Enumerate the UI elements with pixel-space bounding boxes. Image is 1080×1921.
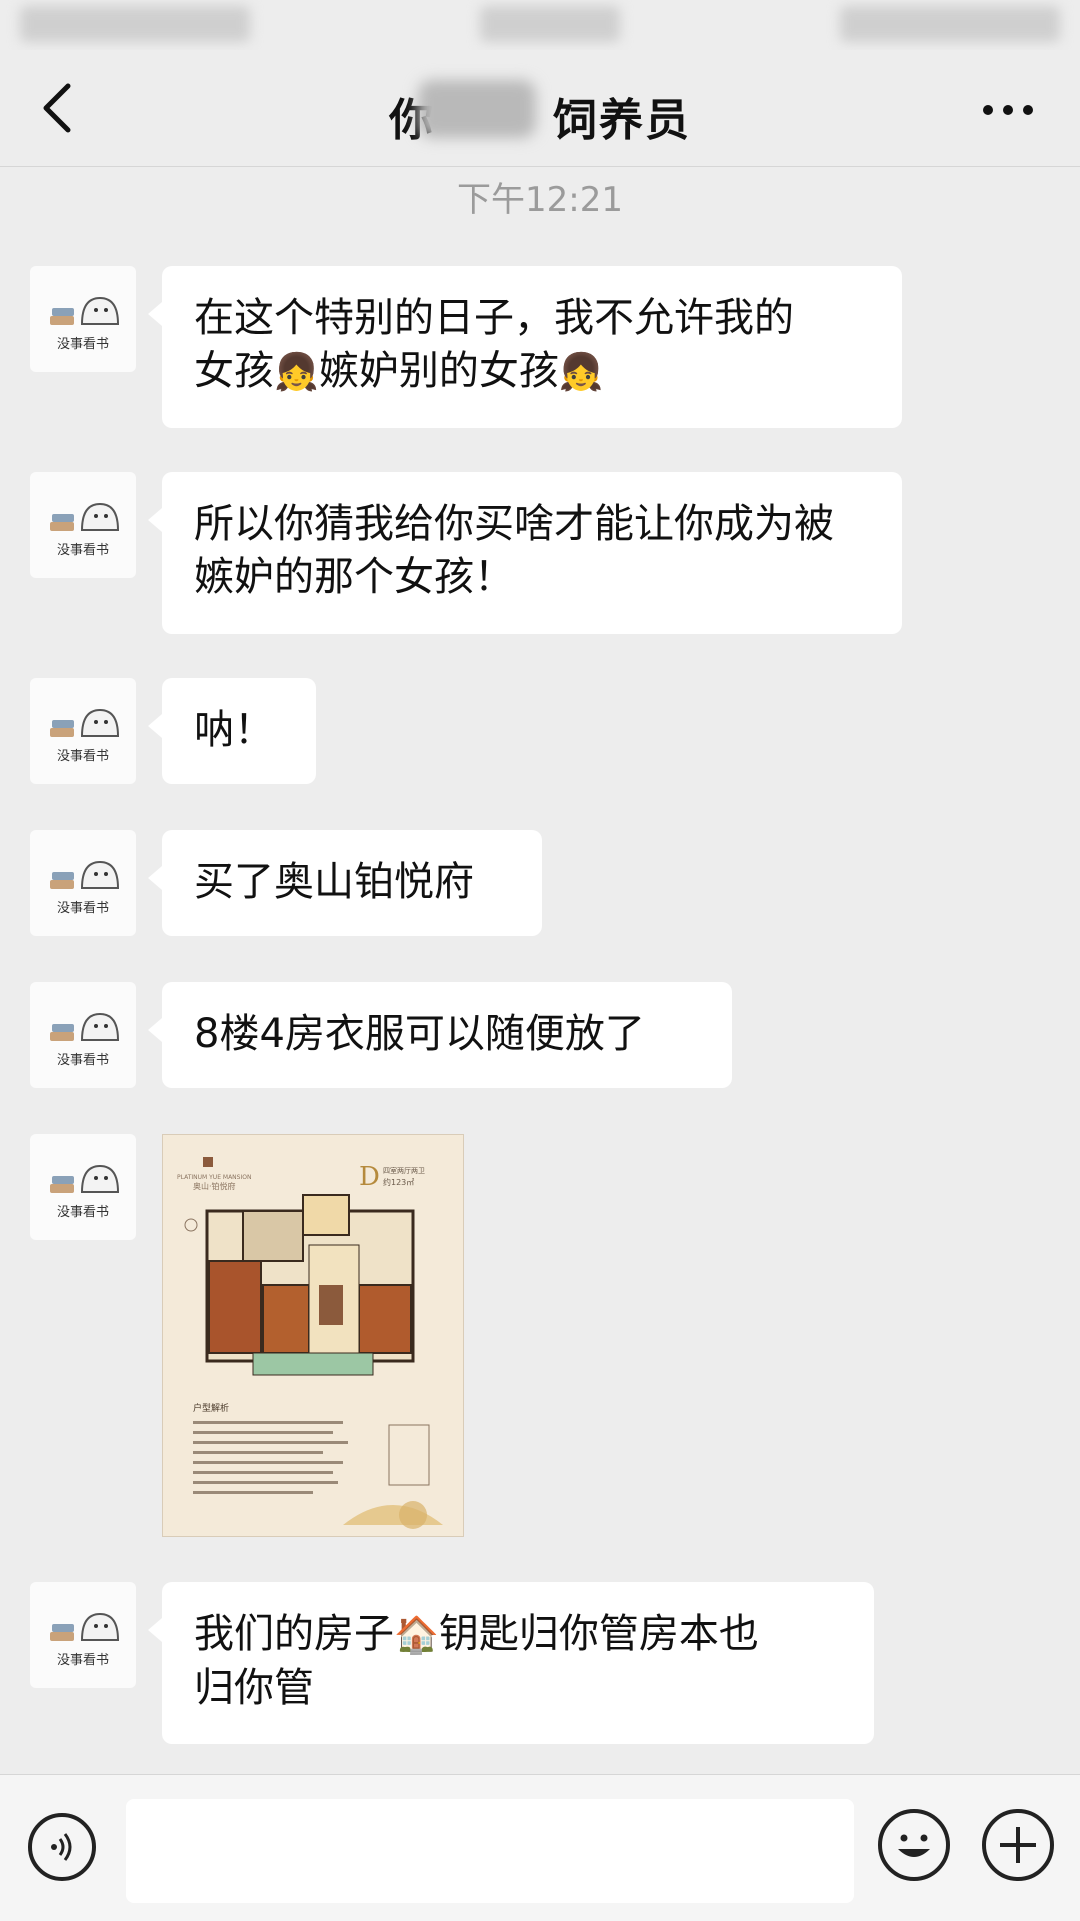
contact-avatar[interactable]: 没事看书 [30,982,136,1088]
title-redaction [418,80,536,138]
message-bubble[interactable]: 呐！ [148,678,316,784]
floor-plan-image[interactable]: PLATINUM YUE MANSION 奥山·铂悦府 D 四室两厅两卫 约12… [162,1134,464,1537]
svg-text:没事看书: 没事看书 [57,1204,109,1220]
voice-input-button[interactable] [28,1813,96,1881]
svg-text:没事看书: 没事看书 [57,748,109,764]
contact-avatar[interactable]: 没事看书 [30,1134,136,1240]
voice-icon [51,1833,72,1861]
emoji-button[interactable] [878,1809,950,1881]
more-options-icon[interactable] [980,100,1036,120]
svg-text:没事看书: 没事看书 [57,542,109,558]
message-input[interactable] [126,1799,854,1903]
house-emoji-icon: 🏠 [394,1615,439,1656]
svg-text:没事看书: 没事看书 [57,1652,109,1668]
contact-avatar[interactable]: 没事看书 [30,472,136,578]
smiley-icon [898,1834,930,1857]
contact-avatar[interactable]: 没事看书 [30,1582,136,1688]
chat-input-bar [0,1774,1080,1921]
contact-avatar[interactable]: 没事看书 [30,830,136,936]
svg-text:没事看书: 没事看书 [57,900,109,916]
girl-emoji-icon: 👧 [558,352,604,393]
message-bubble[interactable]: 我们的房子🏠钥匙归你管房本也 归你管 [148,1582,874,1744]
nav-bar: 你饲养员 [0,50,1080,167]
svg-text:奥山·铂悦府: 奥山·铂悦府 [193,1181,236,1191]
message-timestamp: 下午12:21 [457,180,623,220]
message-bubble[interactable]: 买了奥山铂悦府 [148,830,542,936]
svg-text:D: D [359,1162,380,1192]
svg-text:四室两厅两卫: 四室两厅两卫 [383,1166,425,1175]
contact-avatar[interactable]: 没事看书 [30,678,136,784]
message-bubble[interactable]: 所以你猜我给你买啥才能让你成为被嫉妒的那个女孩！ [148,472,902,634]
more-functions-button[interactable] [982,1809,1054,1881]
message-bubble[interactable]: 8楼4房衣服可以随便放了 [148,982,732,1088]
chat-title: 你饲养员 [389,95,691,146]
contact-avatar[interactable]: 没事看书 [30,266,136,372]
message-bubble[interactable]: 在这个特别的日子，我不允许我的 女孩👧嫉妒别的女孩👧 [148,266,902,428]
status-bar [0,0,1080,50]
svg-text:没事看书: 没事看书 [57,336,109,352]
svg-text:户型解析: 户型解析 [193,1402,229,1414]
logo-icon [203,1157,213,1167]
girl-emoji-icon: 👧 [274,352,319,393]
svg-text:约123㎡: 约123㎡ [383,1177,414,1187]
svg-text:没事看书: 没事看书 [57,1052,109,1068]
svg-text:PLATINUM YUE MANSION: PLATINUM YUE MANSION [177,1174,251,1181]
plus-icon [1000,1827,1036,1863]
